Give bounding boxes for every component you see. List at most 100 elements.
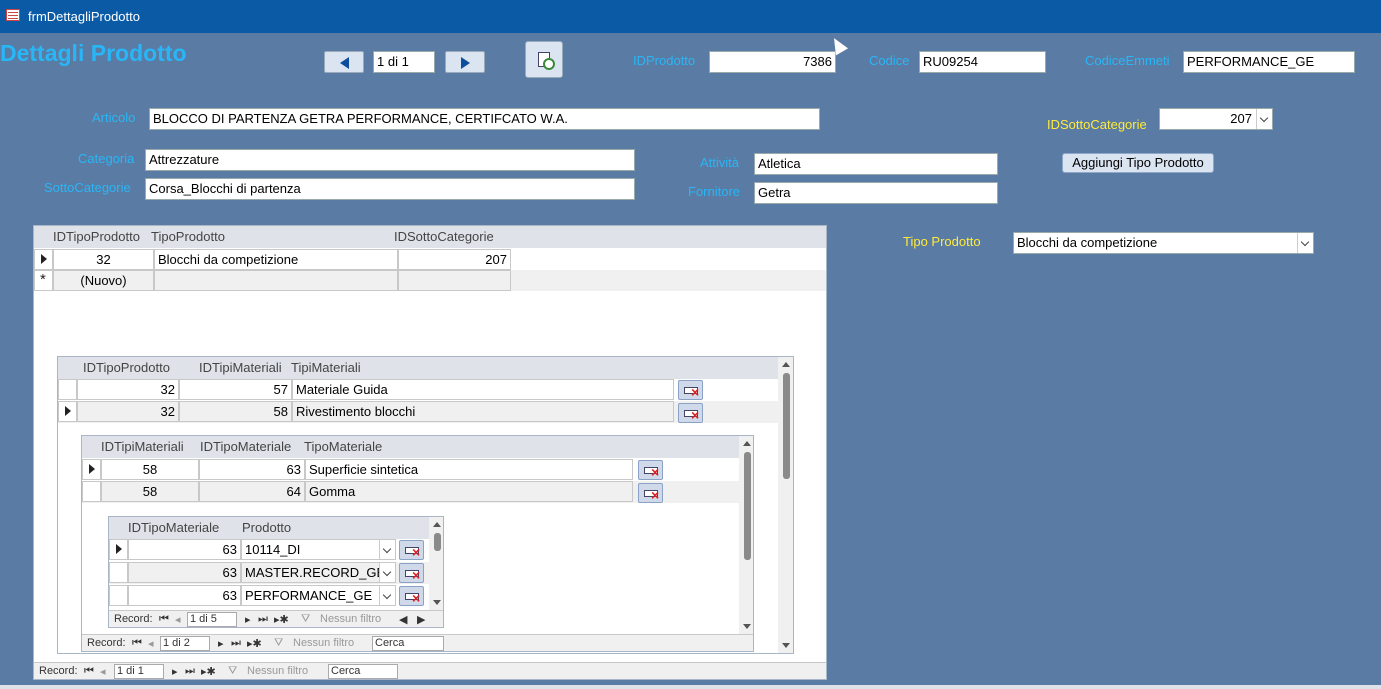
first-record-icon[interactable]: ⏮ bbox=[84, 665, 94, 678]
fornitore-field[interactable]: Getra bbox=[754, 182, 998, 204]
table-cell[interactable]: 63 bbox=[199, 459, 305, 480]
last-record-icon[interactable]: ⏭ bbox=[258, 613, 268, 626]
scroll-thumb[interactable] bbox=[434, 533, 441, 551]
record-position[interactable]: 1 di 2 bbox=[160, 636, 210, 651]
chevron-down-icon[interactable] bbox=[379, 563, 395, 582]
table-cell[interactable]: Gomma bbox=[305, 481, 633, 502]
codice-emmeti-field[interactable]: PERFORMANCE_GE bbox=[1183, 51, 1355, 73]
filter-icon[interactable]: ⛛ bbox=[301, 613, 310, 626]
previous-record-button[interactable] bbox=[324, 51, 364, 73]
table-cell[interactable]: 63 bbox=[128, 539, 241, 560]
scroll-down-icon[interactable] bbox=[782, 643, 790, 648]
next-record-icon[interactable]: ▸ bbox=[245, 613, 251, 626]
attivita-field[interactable]: Atletica bbox=[754, 153, 998, 175]
table-cell[interactable]: 32 bbox=[77, 379, 179, 400]
add-product-type-button[interactable]: Aggiungi Tipo Prodotto bbox=[1062, 153, 1214, 173]
delete-row-icon[interactable] bbox=[678, 380, 703, 400]
last-record-icon[interactable]: ⏭ bbox=[185, 665, 195, 678]
codice-field[interactable]: RU09254 bbox=[919, 51, 1046, 73]
new-record-icon[interactable]: ▸✱ bbox=[201, 665, 216, 678]
row-selector[interactable] bbox=[58, 401, 77, 422]
scroll-up-icon[interactable] bbox=[433, 522, 441, 527]
row-selector[interactable] bbox=[82, 459, 101, 480]
scroll-up-icon[interactable] bbox=[782, 362, 790, 367]
row-selector[interactable] bbox=[34, 249, 53, 270]
delete-row-icon[interactable] bbox=[399, 540, 424, 560]
delete-row-icon[interactable] bbox=[399, 586, 424, 606]
scroll-thumb[interactable] bbox=[783, 373, 790, 479]
next-record-icon[interactable]: ▸ bbox=[218, 637, 224, 650]
table-cell[interactable]: 10114_DI bbox=[241, 539, 396, 560]
record-position[interactable]: 1 di 5 bbox=[187, 612, 237, 627]
row-selector[interactable] bbox=[109, 539, 128, 560]
next-record-icon[interactable]: ▸ bbox=[172, 665, 178, 678]
row-selector[interactable] bbox=[58, 379, 77, 400]
table-cell[interactable]: Blocchi da competizione bbox=[154, 249, 398, 270]
record-position[interactable]: 1 di 1 bbox=[114, 664, 164, 679]
record-position-field[interactable]: 1 di 1 bbox=[373, 51, 435, 73]
table-cell[interactable]: 32 bbox=[53, 249, 154, 270]
table-cell[interactable]: 32 bbox=[77, 401, 179, 422]
filter-status[interactable]: Nessun filtro bbox=[247, 665, 308, 677]
row-selector[interactable] bbox=[109, 562, 128, 583]
last-record-icon[interactable]: ⏭ bbox=[231, 637, 241, 650]
table-cell[interactable]: Rivestimento blocchi bbox=[292, 401, 674, 422]
search-box[interactable]: Cerca bbox=[372, 636, 444, 651]
new-row-cell[interactable] bbox=[398, 270, 511, 291]
refresh-button[interactable] bbox=[525, 41, 563, 78]
tipo-prodotto-combo[interactable]: Blocchi da competizione bbox=[1013, 232, 1314, 254]
scroll-down-icon[interactable] bbox=[433, 600, 441, 605]
table-cell[interactable]: 58 bbox=[101, 481, 199, 502]
idprodotto-field[interactable]: 7386 bbox=[709, 51, 836, 73]
search-box[interactable]: Cerca bbox=[328, 664, 398, 679]
table-cell[interactable]: PERFORMANCE_GE bbox=[241, 585, 396, 606]
vertical-scrollbar[interactable] bbox=[778, 357, 793, 653]
table-cell[interactable]: 64 bbox=[199, 481, 305, 502]
vertical-scrollbar[interactable] bbox=[739, 436, 753, 634]
new-record-icon[interactable]: ▸✱ bbox=[247, 637, 262, 650]
idsottocategorie-combo[interactable]: 207 bbox=[1159, 108, 1273, 130]
delete-row-icon[interactable] bbox=[638, 460, 663, 480]
table-cell[interactable]: 63 bbox=[128, 562, 241, 583]
table-cell[interactable]: 58 bbox=[179, 401, 292, 422]
first-record-icon[interactable]: ⏮ bbox=[159, 613, 169, 626]
table-cell[interactable]: 58 bbox=[101, 459, 199, 480]
delete-row-icon[interactable] bbox=[399, 563, 424, 583]
row-selector[interactable] bbox=[82, 481, 101, 502]
delete-row-icon[interactable] bbox=[638, 483, 663, 503]
table-cell[interactable]: Materiale Guida bbox=[292, 379, 674, 400]
sottocategorie-field[interactable]: Corsa_Blocchi di partenza bbox=[145, 178, 635, 200]
chevron-down-icon[interactable] bbox=[379, 540, 395, 559]
chevron-down-icon[interactable] bbox=[379, 586, 395, 605]
row-selector[interactable] bbox=[109, 585, 128, 606]
table-cell[interactable]: 207 bbox=[398, 249, 511, 270]
filter-status[interactable]: Nessun filtro bbox=[320, 613, 381, 625]
scroll-right-icon[interactable]: ▶ bbox=[417, 613, 425, 626]
scroll-down-icon[interactable] bbox=[743, 624, 751, 629]
table-cell[interactable]: 57 bbox=[179, 379, 292, 400]
categoria-field[interactable]: Attrezzature bbox=[145, 149, 635, 171]
first-record-icon[interactable]: ⏮ bbox=[132, 637, 142, 650]
scroll-up-icon[interactable] bbox=[743, 441, 751, 446]
articolo-field[interactable]: BLOCCO DI PARTENZA GETRA PERFORMANCE, CE… bbox=[149, 108, 820, 130]
prev-record-icon[interactable]: ◂ bbox=[148, 637, 154, 650]
chevron-down-icon[interactable] bbox=[1256, 109, 1272, 129]
prev-record-icon[interactable]: ◂ bbox=[100, 665, 106, 678]
prev-record-icon[interactable]: ◂ bbox=[175, 613, 181, 626]
new-row-cell[interactable]: (Nuovo) bbox=[53, 270, 154, 291]
filter-icon[interactable]: ⛛ bbox=[228, 665, 237, 678]
filter-status[interactable]: Nessun filtro bbox=[293, 637, 354, 649]
new-record-icon[interactable]: ▸✱ bbox=[274, 613, 289, 626]
next-record-button[interactable] bbox=[445, 51, 485, 73]
chevron-down-icon[interactable] bbox=[1297, 233, 1313, 253]
vertical-scrollbar[interactable] bbox=[429, 517, 443, 610]
delete-row-icon[interactable] bbox=[678, 403, 703, 423]
new-row-cell[interactable] bbox=[154, 270, 398, 291]
new-row-selector[interactable] bbox=[34, 270, 53, 291]
table-cell[interactable]: Superficie sintetica bbox=[305, 459, 633, 480]
filter-icon[interactable]: ⛛ bbox=[274, 637, 283, 650]
scroll-thumb[interactable] bbox=[744, 452, 751, 560]
table-cell[interactable]: 63 bbox=[128, 585, 241, 606]
scroll-left-icon[interactable]: ◀ bbox=[399, 613, 407, 626]
table-cell[interactable]: MASTER.RECORD_GE bbox=[241, 562, 396, 583]
